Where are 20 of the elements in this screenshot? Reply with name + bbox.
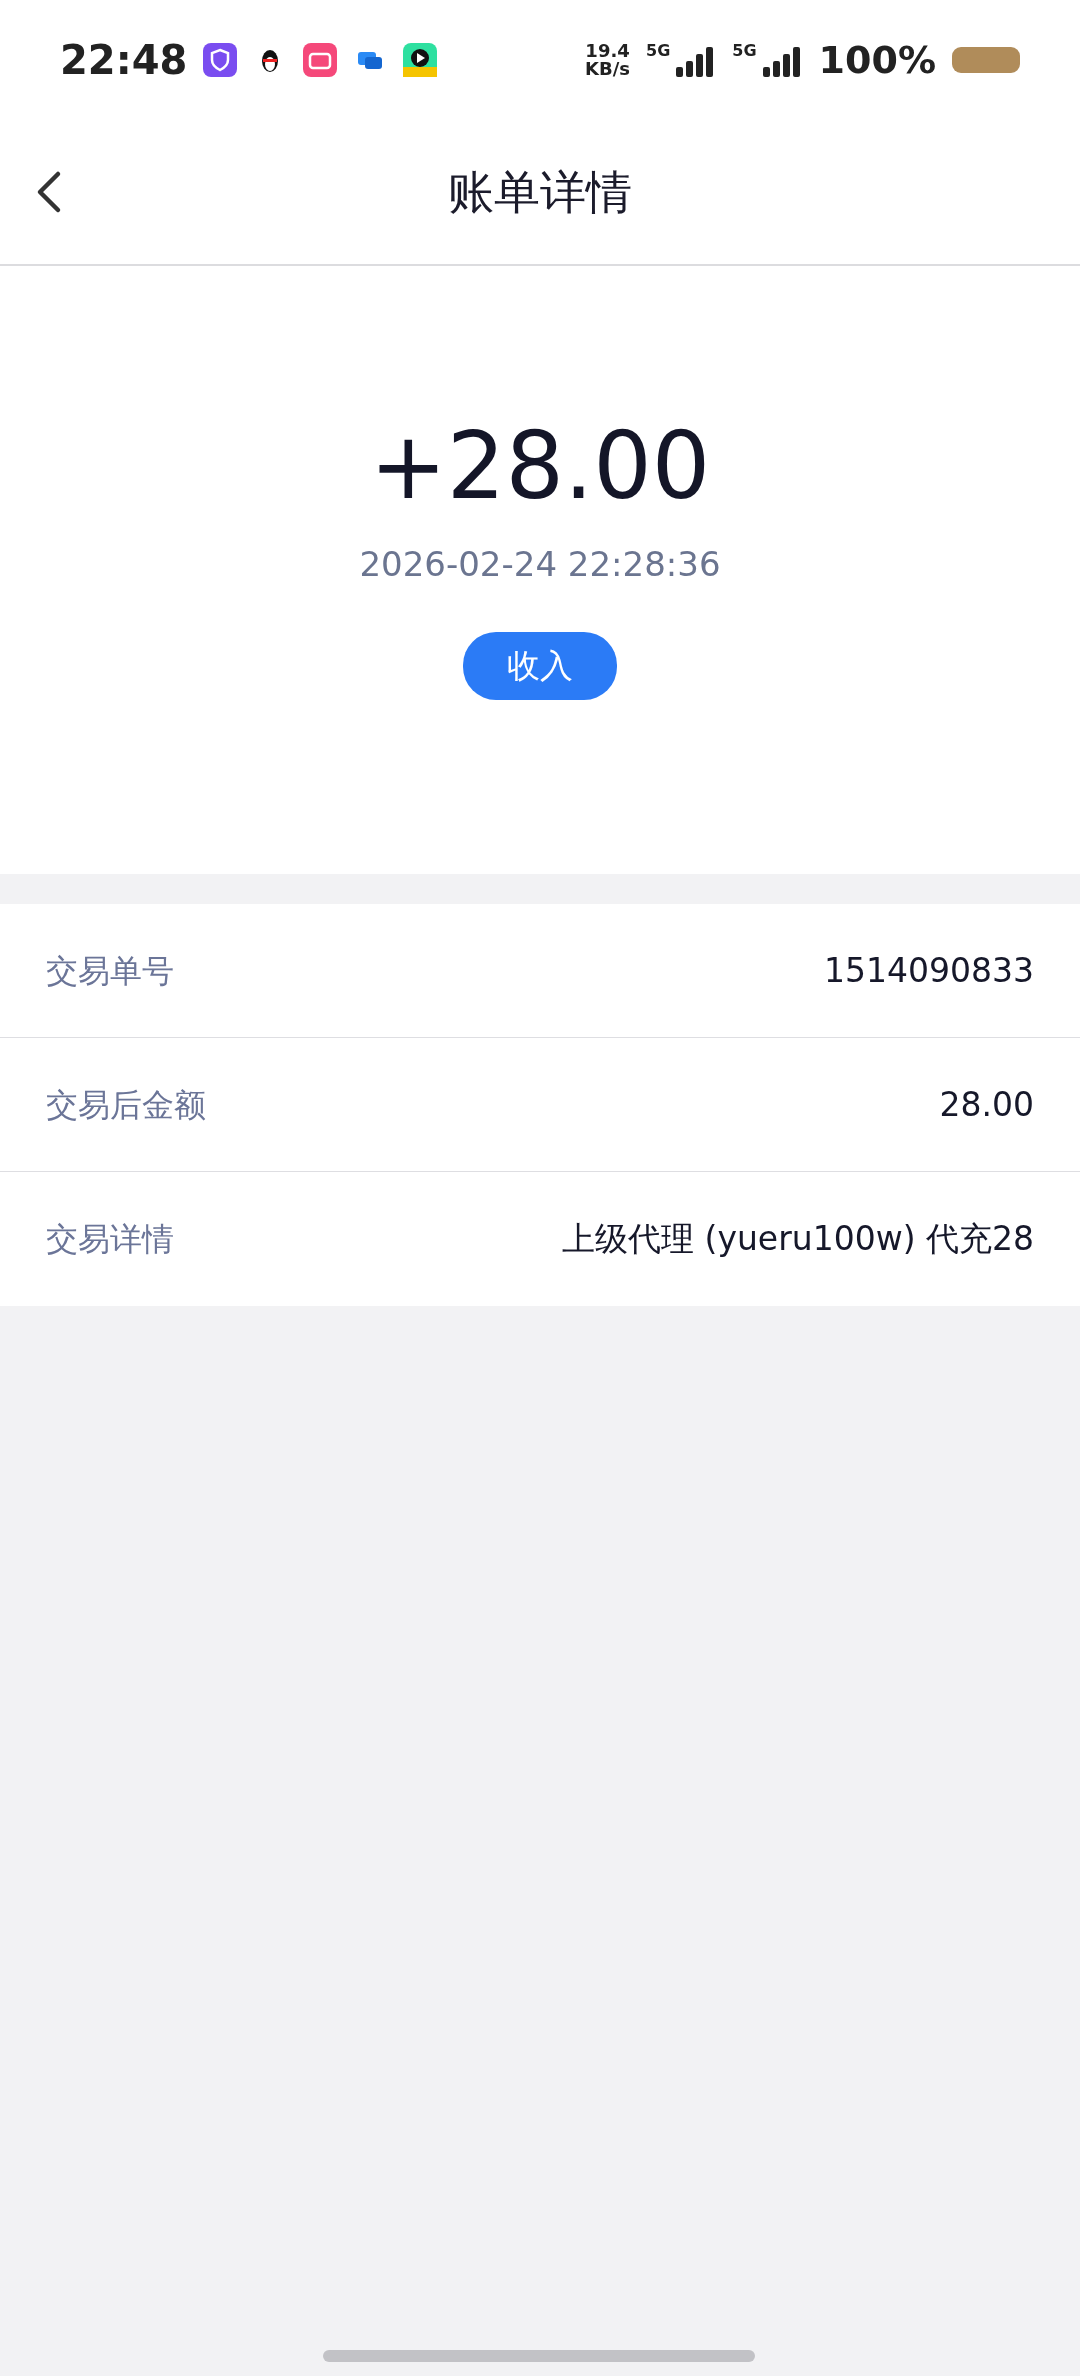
- detail-value: 28.00: [939, 1083, 1034, 1126]
- detail-value: 上级代理 (yueru100w) 代充28: [562, 1218, 1034, 1261]
- play-app-icon: [403, 43, 438, 77]
- network-speed-unit: KB/s: [585, 60, 631, 78]
- network-type: 5G: [732, 43, 757, 59]
- video-app-icon: [303, 43, 338, 77]
- status-time: 22:48: [60, 36, 188, 85]
- page-title: 账单详情: [448, 163, 632, 221]
- network-speed: 19.4: [585, 42, 631, 60]
- network-type: 5G: [646, 43, 671, 59]
- detail-label: 交易后金额: [46, 1084, 206, 1126]
- detail-label: 交易单号: [46, 950, 174, 992]
- shield-app-icon: [203, 43, 238, 77]
- detail-label: 交易详情: [46, 1219, 174, 1260]
- detail-value: 1514090833: [824, 949, 1034, 992]
- amount: +28.00: [369, 416, 711, 518]
- battery-icon: [952, 47, 1020, 73]
- transaction-time: 2026-02-24 22:28:36: [359, 543, 721, 587]
- battery-percent: 100%: [818, 36, 936, 84]
- income-tag: 收入: [463, 632, 617, 700]
